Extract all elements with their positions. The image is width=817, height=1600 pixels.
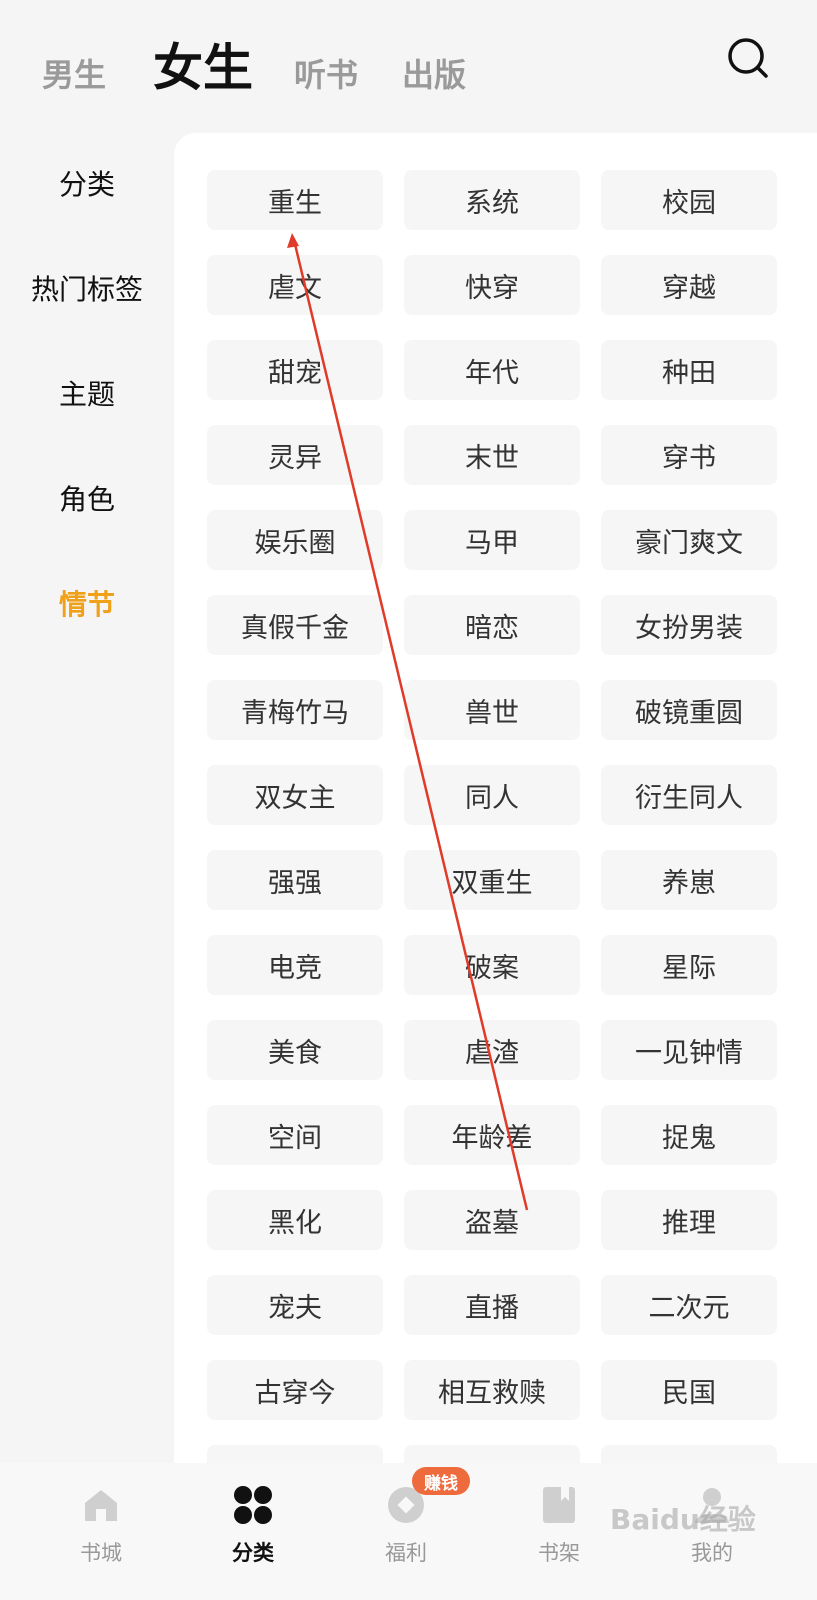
tag-item-partial xyxy=(601,1445,777,1463)
tag-item[interactable]: 校园 xyxy=(601,170,777,230)
tag-item-partial xyxy=(207,1445,383,1463)
tag-item[interactable]: 真假千金 xyxy=(207,595,383,655)
nav-bookstore[interactable]: 书城 xyxy=(41,1483,161,1583)
tag-item[interactable]: 民国 xyxy=(601,1360,777,1420)
nav-label: 书架 xyxy=(538,1541,580,1565)
tab-female[interactable]: 女生 xyxy=(153,38,253,98)
tag-item[interactable]: 美食 xyxy=(207,1020,383,1080)
tag-item[interactable]: 古穿今 xyxy=(207,1360,383,1420)
tag-item[interactable]: 黑化 xyxy=(207,1190,383,1250)
tag-item[interactable]: 宠夫 xyxy=(207,1275,383,1335)
tag-item[interactable]: 双女主 xyxy=(207,765,383,825)
tag-item[interactable]: 相互救赎 xyxy=(404,1360,580,1420)
tag-item[interactable]: 快穿 xyxy=(404,255,580,315)
tag-item[interactable]: 养崽 xyxy=(601,850,777,910)
sidebar-item-category[interactable]: 分类 xyxy=(0,165,174,205)
tag-item[interactable]: 虐渣 xyxy=(404,1020,580,1080)
tag-item[interactable]: 双重生 xyxy=(404,850,580,910)
tag-item[interactable]: 二次元 xyxy=(601,1275,777,1335)
tag-item[interactable]: 系统 xyxy=(404,170,580,230)
tab-publishing[interactable]: 出版 xyxy=(402,55,466,95)
nav-category[interactable]: 分类 xyxy=(193,1483,313,1583)
tag-item[interactable]: 兽世 xyxy=(404,680,580,740)
tag-item[interactable]: 年龄差 xyxy=(404,1105,580,1165)
tag-item[interactable]: 虐文 xyxy=(207,255,383,315)
top-tab-bar: 男生 女生 听书 出版 xyxy=(0,0,817,130)
watermark: Baidu经验 xyxy=(610,1503,756,1536)
tag-item[interactable]: 盗墓 xyxy=(404,1190,580,1250)
tag-panel: 重生 系统 校园虐文 快穿 穿越甜宠 年代 种田灵异 末世 穿书娱乐圈 马甲 豪门爽文真假千金 暗恋女… xyxy=(174,133,817,1463)
tag-item[interactable]: 电竞 xyxy=(207,935,383,995)
nav-bookshelf[interactable]: 书架 xyxy=(499,1483,619,1583)
earn-money-badge: 赚钱 xyxy=(412,1467,470,1495)
sidebar-item-hot-tags[interactable]: 热门标签 xyxy=(0,270,174,310)
tag-item[interactable]: 末世 xyxy=(404,425,580,485)
tag-item[interactable]: 种田 xyxy=(601,340,777,400)
tag-grid: 重生 系统 校园虐文 快穿 穿越甜宠 年代 种田灵异 末世 穿书娱乐圈 马甲 豪门爽文真假千金 暗恋女… xyxy=(207,170,777,1463)
sidebar-item-role[interactable]: 角色 xyxy=(0,480,174,520)
tag-item[interactable]: 破案 xyxy=(404,935,580,995)
tag-item[interactable]: 年代 xyxy=(404,340,580,400)
tag-item[interactable]: 暗恋 xyxy=(404,595,580,655)
tag-item[interactable]: 破镜重圆 xyxy=(601,680,777,740)
tag-item[interactable]: 灵异 xyxy=(207,425,383,485)
tag-item[interactable]: 重生 xyxy=(207,170,383,230)
tag-item[interactable]: 空间 xyxy=(207,1105,383,1165)
tag-item[interactable]: 推理 xyxy=(601,1190,777,1250)
nav-label: 我的 xyxy=(691,1541,733,1565)
tag-item[interactable]: 衍生同人 xyxy=(601,765,777,825)
nav-label: 福利 xyxy=(385,1541,427,1565)
tag-item[interactable]: 马甲 xyxy=(404,510,580,570)
tag-item[interactable]: 捉鬼 xyxy=(601,1105,777,1165)
tag-item[interactable]: 豪门爽文 xyxy=(601,510,777,570)
tag-item[interactable]: 强强 xyxy=(207,850,383,910)
tag-item[interactable]: 同人 xyxy=(404,765,580,825)
tag-item[interactable]: 女扮男装 xyxy=(601,595,777,655)
tag-item[interactable]: 青梅竹马 xyxy=(207,680,383,740)
tag-item[interactable]: 甜宠 xyxy=(207,340,383,400)
tag-item[interactable]: 一见钟情 xyxy=(601,1020,777,1080)
nav-label: 书城 xyxy=(80,1541,122,1565)
nav-label: 分类 xyxy=(232,1541,274,1565)
tag-item[interactable]: 娱乐圈 xyxy=(207,510,383,570)
tag-item-partial xyxy=(404,1445,580,1463)
category-icon xyxy=(231,1483,275,1527)
bookshelf-icon xyxy=(537,1483,581,1527)
sidebar-item-theme[interactable]: 主题 xyxy=(0,375,174,415)
tag-item[interactable]: 穿越 xyxy=(601,255,777,315)
tab-male[interactable]: 男生 xyxy=(42,55,106,95)
tag-item[interactable]: 直播 xyxy=(404,1275,580,1335)
sidebar-item-plot[interactable]: 情节 xyxy=(0,585,174,625)
nav-welfare[interactable]: 福利 xyxy=(346,1483,466,1583)
tag-item[interactable]: 星际 xyxy=(601,935,777,995)
home-icon xyxy=(79,1483,123,1527)
tag-item[interactable]: 穿书 xyxy=(601,425,777,485)
tab-audiobook[interactable]: 听书 xyxy=(294,55,358,95)
search-icon[interactable] xyxy=(726,36,770,80)
